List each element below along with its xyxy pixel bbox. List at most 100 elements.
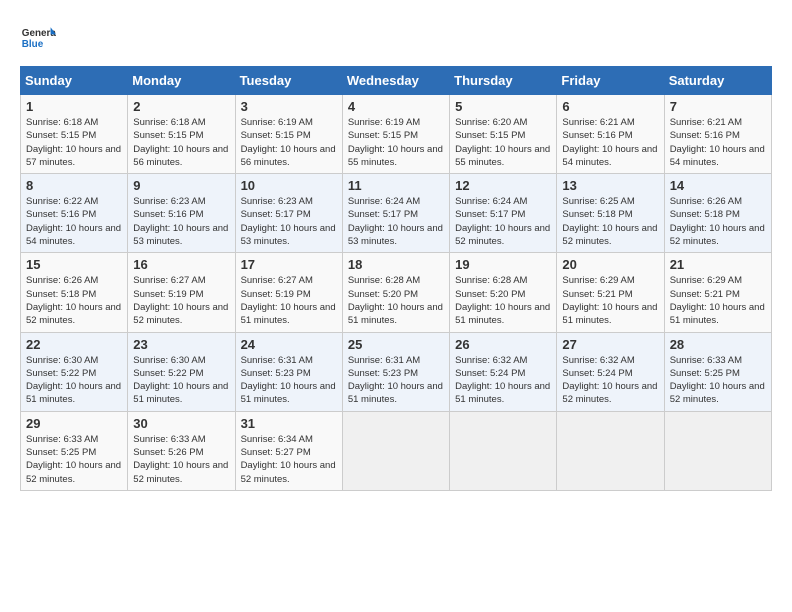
day-number: 10 — [241, 178, 337, 193]
calendar-day-cell: 17 Sunrise: 6:27 AM Sunset: 5:19 PM Dayl… — [235, 253, 342, 332]
calendar-week-row: 8 Sunrise: 6:22 AM Sunset: 5:16 PM Dayli… — [21, 174, 772, 253]
day-number: 17 — [241, 257, 337, 272]
day-info: Sunrise: 6:26 AM Sunset: 5:18 PM Dayligh… — [670, 195, 766, 248]
day-info: Sunrise: 6:30 AM Sunset: 5:22 PM Dayligh… — [133, 354, 229, 407]
day-of-week-header: Monday — [128, 67, 235, 95]
day-number: 5 — [455, 99, 551, 114]
svg-text:Blue: Blue — [22, 39, 44, 50]
day-info: Sunrise: 6:25 AM Sunset: 5:18 PM Dayligh… — [562, 195, 658, 248]
day-info: Sunrise: 6:19 AM Sunset: 5:15 PM Dayligh… — [241, 116, 337, 169]
logo-icon: General Blue — [20, 20, 56, 56]
day-info: Sunrise: 6:23 AM Sunset: 5:16 PM Dayligh… — [133, 195, 229, 248]
day-number: 8 — [26, 178, 122, 193]
day-info: Sunrise: 6:32 AM Sunset: 5:24 PM Dayligh… — [455, 354, 551, 407]
calendar-day-cell: 23 Sunrise: 6:30 AM Sunset: 5:22 PM Dayl… — [128, 332, 235, 411]
day-of-week-header: Wednesday — [342, 67, 449, 95]
calendar-day-cell: 25 Sunrise: 6:31 AM Sunset: 5:23 PM Dayl… — [342, 332, 449, 411]
day-number: 3 — [241, 99, 337, 114]
day-info: Sunrise: 6:33 AM Sunset: 5:25 PM Dayligh… — [670, 354, 766, 407]
day-number: 23 — [133, 337, 229, 352]
day-info: Sunrise: 6:20 AM Sunset: 5:15 PM Dayligh… — [455, 116, 551, 169]
day-info: Sunrise: 6:18 AM Sunset: 5:15 PM Dayligh… — [133, 116, 229, 169]
calendar-day-cell: 16 Sunrise: 6:27 AM Sunset: 5:19 PM Dayl… — [128, 253, 235, 332]
day-number: 26 — [455, 337, 551, 352]
day-number: 31 — [241, 416, 337, 431]
calendar-week-row: 1 Sunrise: 6:18 AM Sunset: 5:15 PM Dayli… — [21, 95, 772, 174]
logo: General Blue — [20, 20, 56, 56]
calendar-day-cell: 19 Sunrise: 6:28 AM Sunset: 5:20 PM Dayl… — [450, 253, 557, 332]
calendar-day-cell: 21 Sunrise: 6:29 AM Sunset: 5:21 PM Dayl… — [664, 253, 771, 332]
day-number: 25 — [348, 337, 444, 352]
day-info: Sunrise: 6:28 AM Sunset: 5:20 PM Dayligh… — [455, 274, 551, 327]
day-info: Sunrise: 6:28 AM Sunset: 5:20 PM Dayligh… — [348, 274, 444, 327]
day-info: Sunrise: 6:29 AM Sunset: 5:21 PM Dayligh… — [562, 274, 658, 327]
day-info: Sunrise: 6:29 AM Sunset: 5:21 PM Dayligh… — [670, 274, 766, 327]
day-number: 7 — [670, 99, 766, 114]
calendar-day-cell: 30 Sunrise: 6:33 AM Sunset: 5:26 PM Dayl… — [128, 411, 235, 490]
calendar-day-cell: 5 Sunrise: 6:20 AM Sunset: 5:15 PM Dayli… — [450, 95, 557, 174]
calendar-day-cell: 26 Sunrise: 6:32 AM Sunset: 5:24 PM Dayl… — [450, 332, 557, 411]
day-of-week-header: Saturday — [664, 67, 771, 95]
calendar-body: 1 Sunrise: 6:18 AM Sunset: 5:15 PM Dayli… — [21, 95, 772, 491]
day-info: Sunrise: 6:24 AM Sunset: 5:17 PM Dayligh… — [348, 195, 444, 248]
calendar-day-cell: 2 Sunrise: 6:18 AM Sunset: 5:15 PM Dayli… — [128, 95, 235, 174]
day-number: 27 — [562, 337, 658, 352]
day-info: Sunrise: 6:18 AM Sunset: 5:15 PM Dayligh… — [26, 116, 122, 169]
day-number: 21 — [670, 257, 766, 272]
day-number: 18 — [348, 257, 444, 272]
day-info: Sunrise: 6:34 AM Sunset: 5:27 PM Dayligh… — [241, 433, 337, 486]
day-number: 19 — [455, 257, 551, 272]
calendar-day-cell — [450, 411, 557, 490]
calendar-day-cell: 3 Sunrise: 6:19 AM Sunset: 5:15 PM Dayli… — [235, 95, 342, 174]
day-number: 2 — [133, 99, 229, 114]
calendar-day-cell: 18 Sunrise: 6:28 AM Sunset: 5:20 PM Dayl… — [342, 253, 449, 332]
day-info: Sunrise: 6:33 AM Sunset: 5:26 PM Dayligh… — [133, 433, 229, 486]
day-info: Sunrise: 6:31 AM Sunset: 5:23 PM Dayligh… — [241, 354, 337, 407]
day-info: Sunrise: 6:21 AM Sunset: 5:16 PM Dayligh… — [670, 116, 766, 169]
calendar-day-cell: 14 Sunrise: 6:26 AM Sunset: 5:18 PM Dayl… — [664, 174, 771, 253]
day-info: Sunrise: 6:21 AM Sunset: 5:16 PM Dayligh… — [562, 116, 658, 169]
day-of-week-header: Sunday — [21, 67, 128, 95]
day-info: Sunrise: 6:33 AM Sunset: 5:25 PM Dayligh… — [26, 433, 122, 486]
calendar-day-cell: 15 Sunrise: 6:26 AM Sunset: 5:18 PM Dayl… — [21, 253, 128, 332]
calendar-day-cell — [342, 411, 449, 490]
calendar-day-cell: 4 Sunrise: 6:19 AM Sunset: 5:15 PM Dayli… — [342, 95, 449, 174]
day-info: Sunrise: 6:31 AM Sunset: 5:23 PM Dayligh… — [348, 354, 444, 407]
day-number: 20 — [562, 257, 658, 272]
day-of-week-row: SundayMondayTuesdayWednesdayThursdayFrid… — [21, 67, 772, 95]
calendar-day-cell: 29 Sunrise: 6:33 AM Sunset: 5:25 PM Dayl… — [21, 411, 128, 490]
calendar-day-cell: 20 Sunrise: 6:29 AM Sunset: 5:21 PM Dayl… — [557, 253, 664, 332]
day-number: 14 — [670, 178, 766, 193]
calendar-day-cell: 13 Sunrise: 6:25 AM Sunset: 5:18 PM Dayl… — [557, 174, 664, 253]
calendar-table: SundayMondayTuesdayWednesdayThursdayFrid… — [20, 66, 772, 491]
day-number: 11 — [348, 178, 444, 193]
day-number: 15 — [26, 257, 122, 272]
day-info: Sunrise: 6:27 AM Sunset: 5:19 PM Dayligh… — [241, 274, 337, 327]
calendar-day-cell — [664, 411, 771, 490]
calendar-day-cell: 12 Sunrise: 6:24 AM Sunset: 5:17 PM Dayl… — [450, 174, 557, 253]
day-of-week-header: Tuesday — [235, 67, 342, 95]
calendar-day-cell: 27 Sunrise: 6:32 AM Sunset: 5:24 PM Dayl… — [557, 332, 664, 411]
day-number: 9 — [133, 178, 229, 193]
day-number: 24 — [241, 337, 337, 352]
day-info: Sunrise: 6:32 AM Sunset: 5:24 PM Dayligh… — [562, 354, 658, 407]
day-info: Sunrise: 6:19 AM Sunset: 5:15 PM Dayligh… — [348, 116, 444, 169]
calendar-day-cell: 6 Sunrise: 6:21 AM Sunset: 5:16 PM Dayli… — [557, 95, 664, 174]
day-info: Sunrise: 6:27 AM Sunset: 5:19 PM Dayligh… — [133, 274, 229, 327]
day-of-week-header: Friday — [557, 67, 664, 95]
day-number: 13 — [562, 178, 658, 193]
page-header: General Blue — [20, 20, 772, 56]
calendar-day-cell: 28 Sunrise: 6:33 AM Sunset: 5:25 PM Dayl… — [664, 332, 771, 411]
calendar-week-row: 15 Sunrise: 6:26 AM Sunset: 5:18 PM Dayl… — [21, 253, 772, 332]
day-number: 4 — [348, 99, 444, 114]
day-info: Sunrise: 6:26 AM Sunset: 5:18 PM Dayligh… — [26, 274, 122, 327]
calendar-day-cell: 1 Sunrise: 6:18 AM Sunset: 5:15 PM Dayli… — [21, 95, 128, 174]
calendar-day-cell: 11 Sunrise: 6:24 AM Sunset: 5:17 PM Dayl… — [342, 174, 449, 253]
day-number: 28 — [670, 337, 766, 352]
day-of-week-header: Thursday — [450, 67, 557, 95]
calendar-day-cell: 31 Sunrise: 6:34 AM Sunset: 5:27 PM Dayl… — [235, 411, 342, 490]
day-number: 30 — [133, 416, 229, 431]
calendar-day-cell: 10 Sunrise: 6:23 AM Sunset: 5:17 PM Dayl… — [235, 174, 342, 253]
day-number: 1 — [26, 99, 122, 114]
day-info: Sunrise: 6:24 AM Sunset: 5:17 PM Dayligh… — [455, 195, 551, 248]
